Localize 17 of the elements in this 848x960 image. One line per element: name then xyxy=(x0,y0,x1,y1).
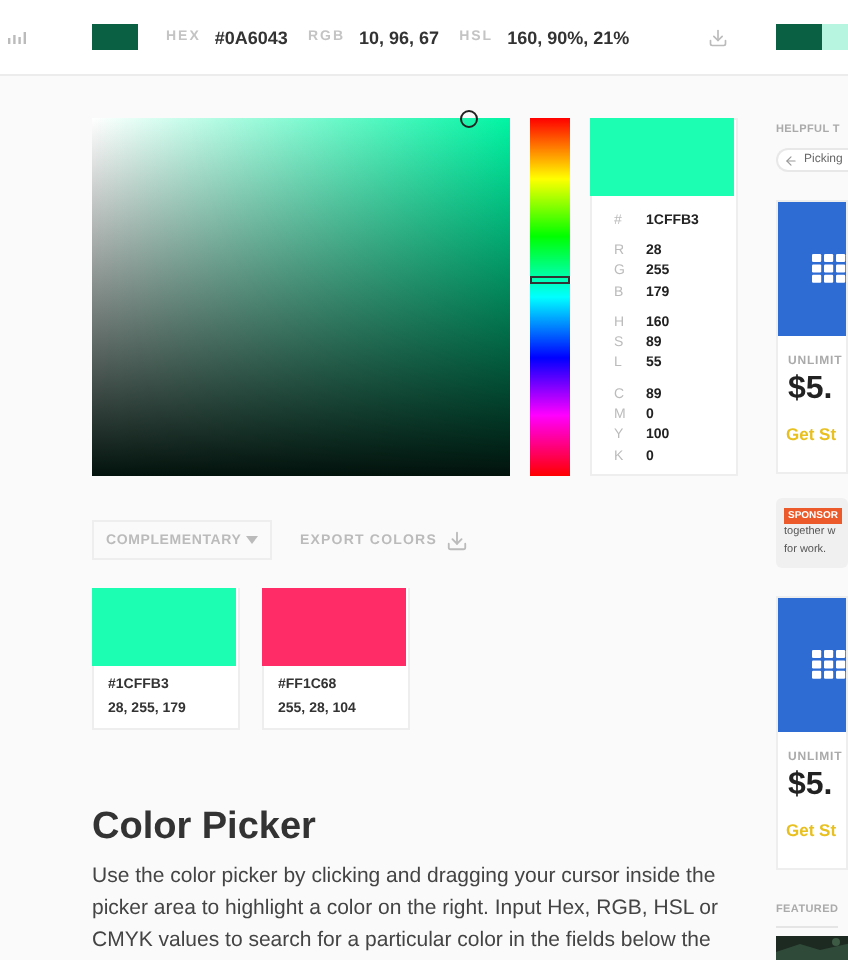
history-swatch[interactable] xyxy=(822,24,848,50)
article-title: Color Picker xyxy=(92,806,318,850)
cta-link[interactable]: Get St xyxy=(786,424,837,444)
field-value: #0A6043 xyxy=(214,27,288,47)
hue-thumb[interactable] xyxy=(530,275,570,284)
history-swatch[interactable] xyxy=(776,24,822,50)
caret-icon xyxy=(246,536,258,544)
field-value: 10, 96, 67 xyxy=(359,27,440,47)
price: $5. xyxy=(788,768,833,804)
back-arrow-icon xyxy=(784,153,798,167)
field-value: 160, 90%, 21% xyxy=(507,27,630,47)
download-icon xyxy=(446,529,469,551)
price: $5. xyxy=(788,372,833,408)
cta-link[interactable]: Get St xyxy=(786,820,837,840)
hue-slider[interactable] xyxy=(530,118,570,476)
article-paragraph: Use the color picker by clicking and dragging your cursor inside the picker area to highlight a color on the right. Input Hex, RGB, HSL or CMYK values to search for a particular color in the fields below the xyxy=(92,862,721,956)
picker-handle[interactable] xyxy=(460,110,478,128)
